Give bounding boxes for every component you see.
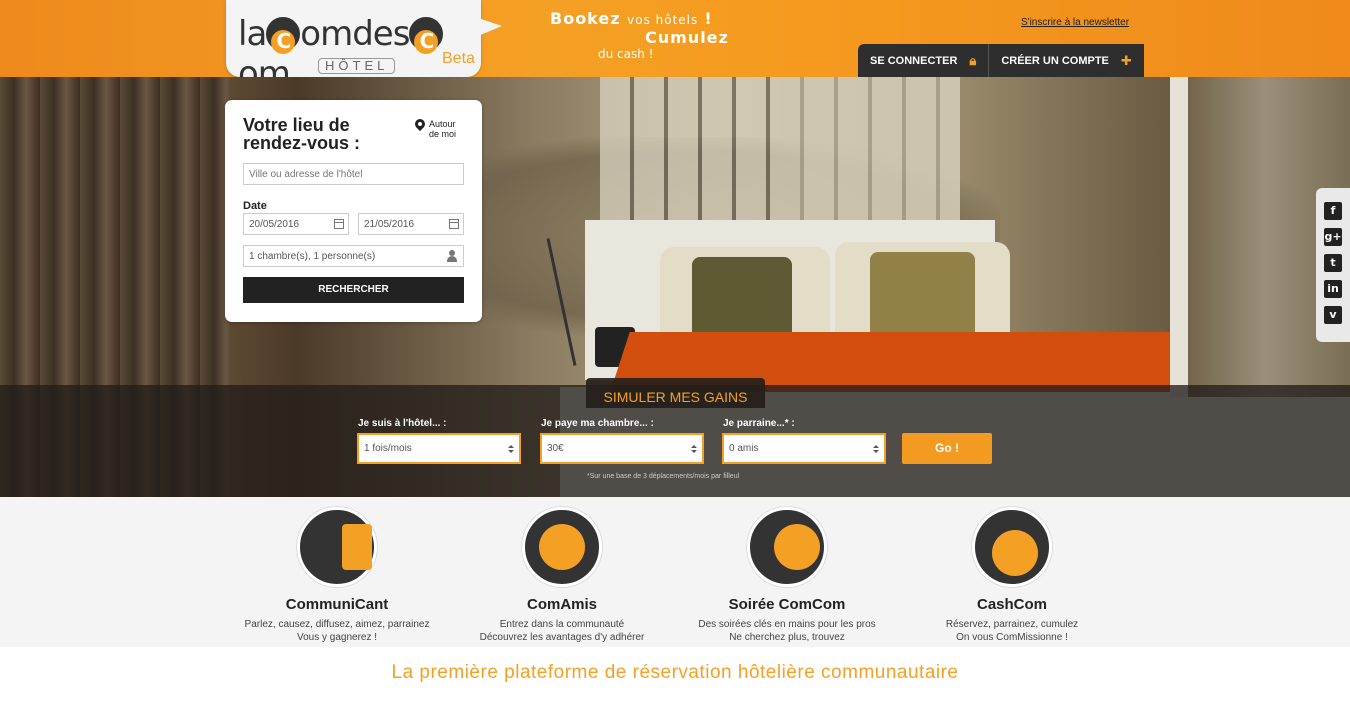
login-button[interactable]: SE CONNECTER 🔒︎ — [858, 44, 989, 77]
simulator-tab[interactable]: SIMULER MES GAINS — [586, 378, 765, 408]
feature-desc-line1: Réservez, parrainez, cumulez — [945, 619, 1079, 630]
page: la Comdes Com HÔTEL Beta Bookez vos hôtels… — [0, 0, 1350, 702]
simulate-go-button[interactable]: Go ! — [902, 433, 992, 464]
signup-label: CRÉER UN COMPTE — [1001, 54, 1109, 67]
feature-title: ComAmis — [526, 596, 597, 613]
hotel-dining-icon — [747, 507, 827, 587]
stay-frequency-value: 1 fois/mois — [364, 443, 412, 454]
lock-icon: 🔒︎ — [969, 52, 977, 68]
logo-speech-tail — [478, 18, 502, 36]
feature-title: CashCom — [976, 596, 1047, 613]
slogan: Bookez vos hôtels ! Cumulez du cash ! — [550, 9, 729, 61]
logo[interactable]: la Comdes Com HÔTEL Beta — [226, 0, 481, 94]
feature-title: CommuniCant — [285, 596, 389, 613]
features-band — [0, 497, 1350, 647]
feature-soiree-comcom[interactable]: Soirée ComCom Des soirées clés en mains … — [687, 497, 887, 644]
logo-subtitle: HÔTEL — [318, 58, 396, 74]
feature-comamis[interactable]: ComAmis Entrez dans la communauté Découv… — [462, 497, 662, 644]
map-pin-icon — [415, 119, 425, 133]
features-section: CommuniCant Parlez, causez, diffusez, ai… — [0, 497, 1350, 702]
google-plus-icon[interactable]: g+ — [1324, 228, 1342, 246]
newsletter-link[interactable]: S'inscrire à la newsletter — [1021, 17, 1129, 28]
referrals-select[interactable]: 0 amis — [722, 433, 886, 464]
around-me-label: Autour de moi — [429, 119, 457, 139]
calendar-icon[interactable] — [334, 219, 344, 229]
tagline: La première plateforme de réservation hô… — [391, 662, 959, 683]
room-price-select[interactable]: 30€ — [540, 433, 704, 464]
referrals-value: 0 amis — [729, 443, 759, 454]
select-arrows-icon — [508, 445, 514, 453]
room-price-label: Je paye ma chambre... : — [541, 418, 654, 429]
select-arrows-icon — [873, 445, 879, 453]
referrals-label: Je parraine...* : — [723, 418, 795, 429]
login-label: SE CONNECTER — [870, 54, 958, 67]
feature-desc-line1: Entrez dans la communauté — [499, 619, 625, 630]
feature-desc-line1: Des soirées clés en mains pour les pros — [698, 619, 876, 630]
hero-window-right — [800, 77, 960, 227]
feature-cashcom[interactable]: CashCom Réservez, parrainez, cumulez On … — [912, 497, 1112, 644]
feature-communicant[interactable]: CommuniCant Parlez, causez, diffusez, ai… — [237, 497, 437, 644]
social-bar: f g+ t in v — [1316, 188, 1350, 342]
feature-desc-line2: Vous y gagnerez ! — [296, 632, 378, 643]
auth-buttons: SE CONNECTER 🔒︎ CRÉER UN COMPTE ✚ — [858, 44, 1144, 77]
guests-input[interactable] — [243, 245, 464, 267]
hero-doorframe — [1170, 77, 1188, 397]
add-user-icon: ✚ — [1120, 52, 1132, 68]
date-label: Date — [243, 200, 267, 212]
select-arrows-icon — [691, 445, 697, 453]
twitter-icon[interactable]: t — [1324, 254, 1342, 272]
stay-frequency-select[interactable]: 1 fois/mois — [357, 433, 521, 464]
search-panel: Votre lieu de rendez-vous : Autour de mo… — [225, 100, 482, 322]
around-me-button[interactable]: Autour de moi — [415, 119, 463, 139]
logo-beta: Beta — [442, 50, 475, 67]
signup-button[interactable]: CRÉER UN COMPTE ✚ — [988, 44, 1144, 77]
calendar-icon[interactable] — [449, 219, 459, 229]
search-button[interactable]: RECHERCHER — [243, 277, 464, 303]
city-input[interactable] — [243, 163, 464, 185]
header: la Comdes Com HÔTEL Beta Bookez vos hôtels… — [0, 0, 1350, 94]
feature-desc-line2: Découvrez les avantages d'y adhérer — [479, 632, 645, 643]
linkedin-icon[interactable]: in — [1324, 280, 1342, 298]
community-icon — [522, 507, 602, 587]
feature-desc-line1: Parlez, causez, diffusez, aimez, parrain… — [244, 619, 430, 630]
room-price-value: 30€ — [547, 443, 564, 454]
viadeo-icon[interactable]: v — [1324, 306, 1342, 324]
facebook-icon[interactable]: f — [1324, 202, 1342, 220]
feature-desc-line2: On vous ComMissionne ! — [956, 632, 1068, 643]
person-icon — [447, 250, 457, 262]
feature-desc-line2: Ne cherchez plus, trouvez — [729, 632, 845, 643]
euro-icon — [972, 507, 1052, 587]
stay-frequency-label: Je suis à l'hôtel... : — [358, 418, 447, 429]
feature-title: Soirée ComCom — [728, 596, 846, 613]
megaphone-icon — [297, 507, 377, 587]
search-title: Votre lieu de rendez-vous : — [243, 115, 361, 153]
simulator-footnote: *Sur une base de 3 déplacements/mois par… — [587, 473, 740, 480]
